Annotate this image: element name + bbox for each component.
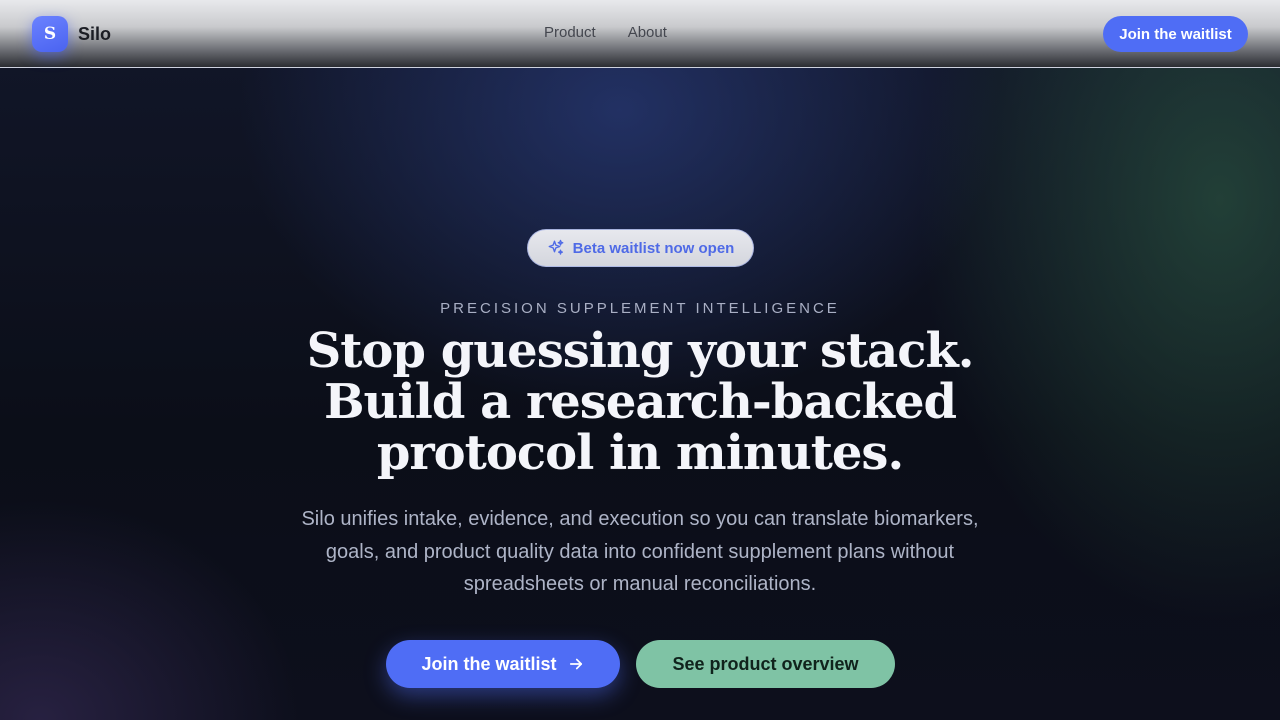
hero-eyebrow: PRECISION SUPPLEMENT INTELLIGENCE: [440, 300, 840, 317]
top-navbar: S Silo Product About Join the waitlist: [0, 0, 1280, 68]
join-waitlist-label: Join the waitlist: [421, 653, 557, 674]
landing-page: S Silo Product About Join the waitlist B…: [0, 0, 1280, 720]
hero-headline: Stop guessing your stack. Build a resear…: [306, 323, 975, 481]
logo-icon: S: [32, 16, 68, 52]
hero-cta-group: Join the waitlist See product overview: [386, 640, 895, 688]
logo-letter: S: [43, 24, 57, 44]
join-waitlist-button[interactable]: Join the waitlist: [386, 640, 620, 688]
brand-name: Silo: [78, 23, 112, 44]
hero-subtitle: Silo unifies intake, evidence, and execu…: [301, 508, 979, 595]
beta-badge: Beta waitlist now open: [527, 229, 754, 267]
main-nav: Product About: [544, 24, 667, 41]
header-join-waitlist-button[interactable]: Join the waitlist: [1103, 16, 1248, 52]
arrow-right-icon: [569, 658, 582, 670]
brand-link[interactable]: S Silo: [32, 16, 111, 52]
nav-link-about[interactable]: About: [628, 24, 667, 41]
beta-badge-label: Beta waitlist now open: [572, 239, 735, 257]
nav-link-product[interactable]: Product: [544, 24, 596, 41]
sparkles-icon: [548, 239, 564, 255]
see-product-overview-button[interactable]: See product overview: [636, 640, 895, 688]
